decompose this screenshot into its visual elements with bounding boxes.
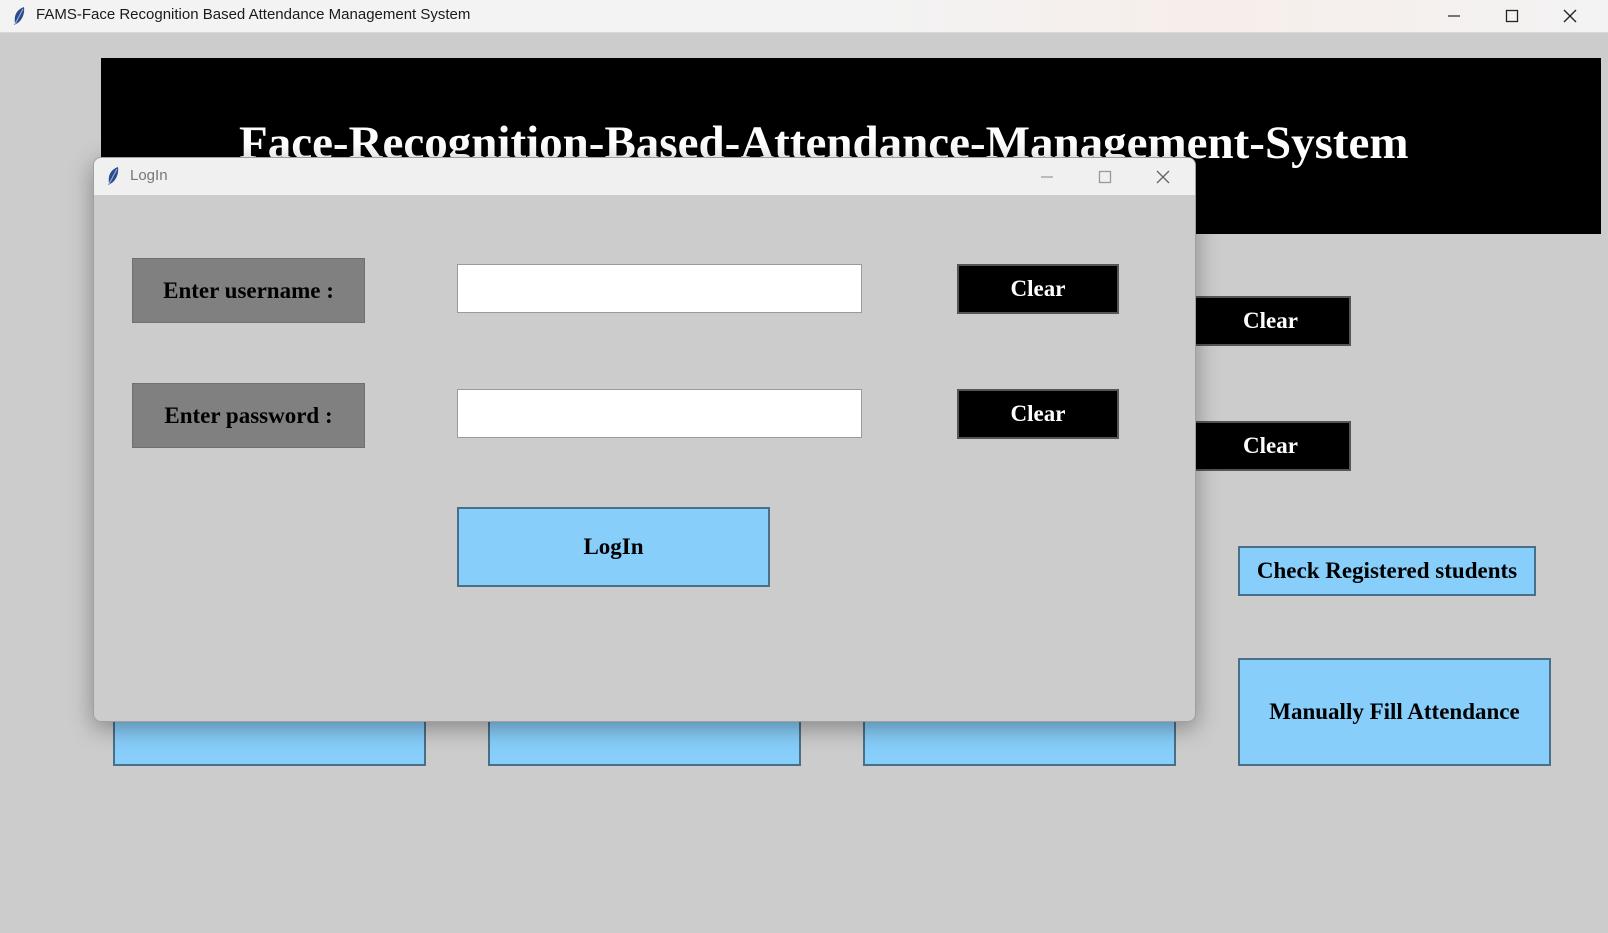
clear-password-button[interactable]: Clear [957,389,1119,439]
main-window-titlebar: FAMS-Face Recognition Based Attendance M… [0,0,1608,33]
close-icon[interactable] [1134,158,1192,195]
login-dialog-title: LogIn [130,167,168,184]
feather-icon [12,6,26,31]
password-input[interactable] [457,389,862,438]
username-label: Enter username : [132,258,365,323]
clear-button-background-2[interactable]: Clear [1190,421,1351,471]
maximize-icon[interactable] [1076,158,1134,195]
check-registered-students-button[interactable]: Check Registered students [1238,546,1536,596]
main-window-title: FAMS-Face Recognition Based Attendance M… [36,6,471,23]
login-dialog: LogIn Enter username : Clear Enter passw… [93,157,1196,722]
maximize-icon[interactable] [1483,0,1541,32]
manually-fill-attendance-button[interactable]: Manually Fill Attendance [1238,658,1551,766]
minimize-icon[interactable] [1018,158,1076,195]
clear-username-button[interactable]: Clear [957,264,1119,314]
feather-icon [106,166,120,191]
clear-button-background-1[interactable]: Clear [1190,296,1351,346]
username-input[interactable] [457,264,862,313]
login-button[interactable]: LogIn [457,507,770,587]
login-dialog-titlebar: LogIn [94,158,1195,195]
password-label: Enter password : [132,383,365,448]
minimize-icon[interactable] [1425,0,1483,32]
close-icon[interactable] [1541,0,1599,32]
